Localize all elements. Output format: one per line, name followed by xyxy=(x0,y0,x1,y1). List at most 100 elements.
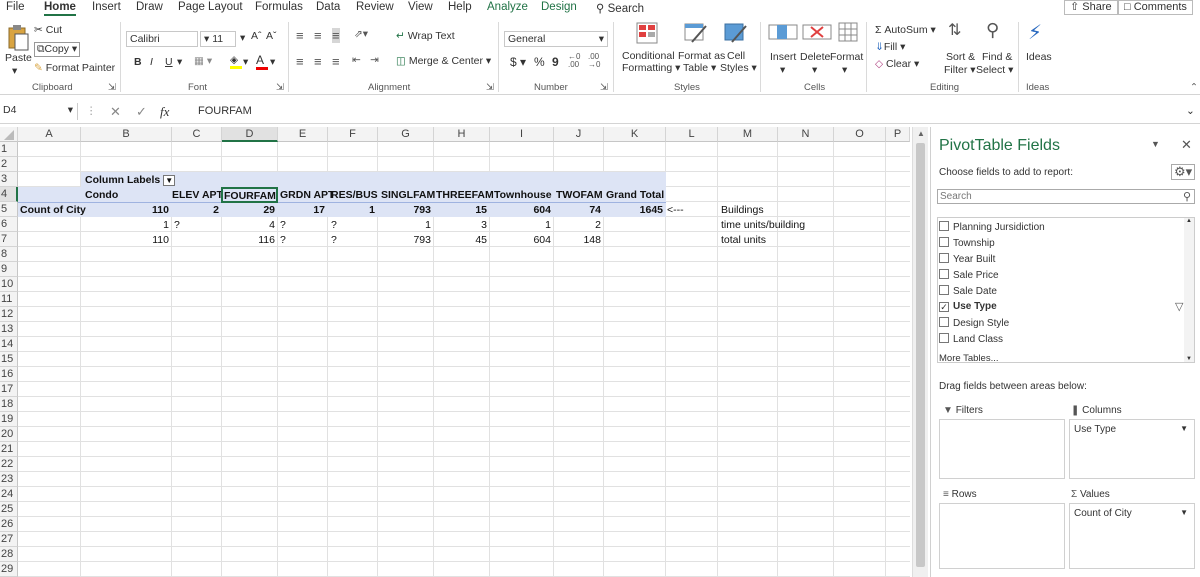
percent-button[interactable]: % xyxy=(534,55,545,69)
scroll-up-icon[interactable]: ▲ xyxy=(917,129,925,138)
cell-b7[interactable]: 110 xyxy=(81,233,169,247)
row-header[interactable]: 8 xyxy=(0,247,18,262)
scroll-down-icon[interactable]: ▼ xyxy=(1186,356,1192,362)
expand-formula-icon[interactable]: ⌄ xyxy=(1186,105,1195,117)
tab-formulas[interactable]: Formulas xyxy=(255,1,303,13)
format-painter-button[interactable]: ✎ Format Painter xyxy=(34,62,115,74)
bold-button[interactable]: B xyxy=(134,56,142,68)
field-item[interactable]: Year Built xyxy=(939,253,995,265)
cell-d6[interactable]: 4 xyxy=(222,218,275,232)
wrap-text-button[interactable]: ↵ Wrap Text xyxy=(396,30,455,42)
cut-button[interactable]: ✂ Cut xyxy=(34,24,62,36)
orientation-icon[interactable]: ⇗▾ xyxy=(354,28,368,40)
insert-cells-icon[interactable] xyxy=(768,24,798,40)
align-right-icon[interactable]: ≡ xyxy=(332,54,340,69)
vertical-scrollbar[interactable]: ▲ xyxy=(912,127,928,577)
fill-button[interactable]: ⇓Fill ▾ xyxy=(875,41,905,53)
row-header[interactable]: 24 xyxy=(0,487,18,502)
cell-c5[interactable]: 2 xyxy=(172,203,219,217)
tab-view[interactable]: View xyxy=(408,1,433,13)
field-item[interactable]: Design Style xyxy=(939,317,1009,329)
paste-button[interactable]: Paste xyxy=(5,52,32,64)
row-header[interactable]: 13 xyxy=(0,322,18,337)
cell-c4[interactable]: ELEV APT xyxy=(172,188,223,202)
cell-g4[interactable]: SINGLFAM xyxy=(381,188,435,202)
row-header[interactable]: 15 xyxy=(0,352,18,367)
cell-h7[interactable]: 45 xyxy=(434,233,487,247)
cell-h4[interactable]: THREEFAM xyxy=(436,188,494,202)
select-all-corner[interactable] xyxy=(0,127,18,142)
column-header[interactable]: L xyxy=(666,127,718,142)
font-name-select[interactable]: Calibri xyxy=(126,31,198,47)
delete-dropdown-icon[interactable]: ▾ xyxy=(812,64,817,76)
tab-help[interactable]: Help xyxy=(448,1,472,13)
column-header[interactable]: H xyxy=(434,127,490,142)
fill-color-icon[interactable]: ◈ xyxy=(230,54,242,69)
enter-icon[interactable]: ✓ xyxy=(136,104,147,120)
checkbox[interactable] xyxy=(939,317,949,327)
cell-m5[interactable]: Buildings xyxy=(721,203,764,217)
ideas-button[interactable]: Ideas xyxy=(1026,51,1052,63)
align-middle-icon[interactable]: ≡ xyxy=(314,28,322,43)
sort-filter-icon[interactable]: ⇅ xyxy=(948,20,961,40)
cell-j4[interactable]: TWOFAM xyxy=(556,188,603,202)
column-header[interactable]: K xyxy=(604,127,666,142)
field-item[interactable]: Township xyxy=(939,237,995,249)
font-size-dropdown-icon[interactable]: ▾ xyxy=(240,32,245,44)
gear-icon[interactable]: ⚙▾ xyxy=(1171,164,1196,180)
row-header[interactable]: 6 xyxy=(0,217,18,232)
tab-draw[interactable]: Draw xyxy=(136,1,163,13)
row-header[interactable]: 10 xyxy=(0,277,18,292)
cell-g6[interactable]: 1 xyxy=(378,218,431,232)
columns-item[interactable]: Use Type xyxy=(1074,424,1116,435)
row-header[interactable]: 4 xyxy=(0,187,18,202)
cell-i5[interactable]: 604 xyxy=(490,203,551,217)
copy-button[interactable]: ⧉Copy ▾ xyxy=(34,42,81,57)
row-header[interactable]: 17 xyxy=(0,382,18,397)
font-size-select[interactable]: ▾ 11 xyxy=(200,31,236,47)
cancel-icon[interactable]: ✕ xyxy=(110,104,121,120)
row-header[interactable]: 21 xyxy=(0,442,18,457)
font-color-dropdown-icon[interactable]: ▾ xyxy=(270,56,275,68)
cell-j6[interactable]: 2 xyxy=(554,218,601,232)
cell-h6[interactable]: 3 xyxy=(434,218,487,232)
column-header[interactable]: C xyxy=(172,127,222,142)
number-launcher-icon[interactable]: ⇲ xyxy=(600,82,608,93)
find-icon[interactable]: ⚲ xyxy=(986,20,999,41)
fill-dropdown-icon[interactable]: ▾ xyxy=(243,56,248,68)
cell-d5[interactable]: 29 xyxy=(222,203,275,217)
font-launcher-icon[interactable]: ⇲ xyxy=(276,82,284,93)
row-header[interactable]: 26 xyxy=(0,517,18,532)
ideas-icon[interactable]: ⚡ xyxy=(1028,20,1042,45)
cell-e5[interactable]: 17 xyxy=(278,203,325,217)
name-box[interactable]: D4 ▾ xyxy=(0,103,78,120)
pane-options-icon[interactable]: ▼ xyxy=(1151,139,1160,149)
borders-icon[interactable]: ▦ ▾ xyxy=(194,55,212,67)
cell-f4[interactable]: RES/BUS xyxy=(331,188,378,202)
clipboard-launcher-icon[interactable]: ⇲ xyxy=(108,82,116,93)
search-box[interactable]: ⚲ Search xyxy=(596,1,644,15)
tab-data[interactable]: Data xyxy=(316,1,340,13)
column-header[interactable]: I xyxy=(490,127,554,142)
insert-function-button[interactable]: fx xyxy=(160,104,169,120)
row-header[interactable]: 27 xyxy=(0,532,18,547)
clear-button[interactable]: ◇ Clear ▾ xyxy=(875,58,919,70)
cell-g5[interactable]: 793 xyxy=(378,203,431,217)
insert-dropdown-icon[interactable]: ▾ xyxy=(780,64,785,76)
row-header[interactable]: 25 xyxy=(0,502,18,517)
chevron-down-icon[interactable]: ▼ xyxy=(1180,508,1188,517)
cell-styles-button[interactable]: Cell xyxy=(727,50,745,62)
conditional-formatting-button[interactable]: Conditional xyxy=(622,50,675,62)
chevron-down-icon[interactable]: ▼ xyxy=(1180,424,1188,433)
funnel-icon[interactable]: ▽ xyxy=(1175,300,1183,313)
cell-k5[interactable]: 1645 xyxy=(604,203,663,217)
conditional-formatting-icon[interactable] xyxy=(636,22,658,44)
row-header[interactable]: 18 xyxy=(0,397,18,412)
row-header[interactable]: 14 xyxy=(0,337,18,352)
filters-drop-area[interactable] xyxy=(939,419,1065,479)
column-header[interactable]: O xyxy=(834,127,886,142)
cell-e6[interactable]: ? xyxy=(280,218,286,232)
column-header[interactable]: D xyxy=(222,127,278,142)
format-as-table-icon[interactable] xyxy=(684,22,708,44)
checkbox-checked[interactable]: ✓ xyxy=(939,302,949,312)
